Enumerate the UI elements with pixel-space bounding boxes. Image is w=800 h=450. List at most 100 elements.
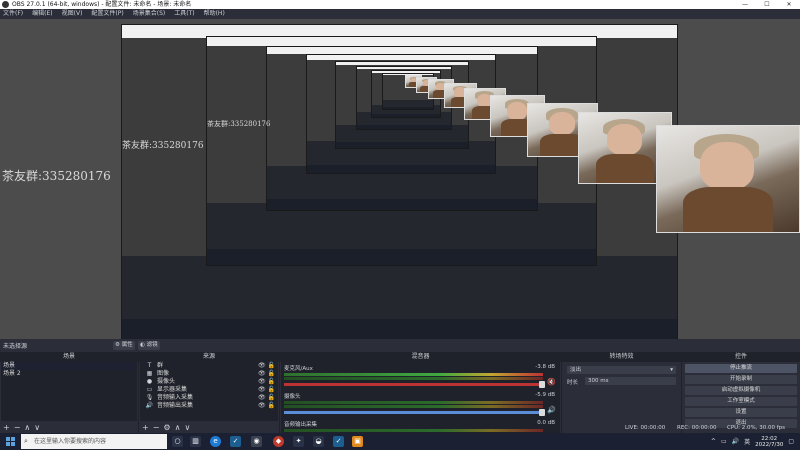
preview-canvas[interactable]: 茶友群:335280176 茶友群:335280176 茶友群:33528017…: [0, 19, 800, 339]
controls-dock: 控件 停止推流 开始录制 启动虚拟摄像机 工作室模式 设置 退出: [682, 352, 800, 433]
search-icon: ⌕: [24, 437, 28, 445]
stop-streaming-button[interactable]: 停止推流: [685, 364, 797, 373]
app-teal-icon[interactable]: ◒: [313, 436, 324, 447]
menu-profile[interactable]: 配置文件(P): [91, 9, 123, 19]
chevron-up-icon[interactable]: ^: [711, 438, 716, 445]
source-name: 音频输出采集: [157, 402, 194, 409]
source-item[interactable]: 🔊 音频输出采集 👁 🔓: [140, 402, 278, 410]
taskbar-clock[interactable]: 22:02 2022/7/30: [755, 436, 783, 448]
channel-db: -5.9 dB: [535, 392, 555, 398]
source-item[interactable]: T 群 👁 🔓: [140, 362, 278, 370]
scene-item[interactable]: 场景 2: [1, 370, 137, 378]
slider-knob[interactable]: [539, 409, 545, 416]
edge-browser-icon[interactable]: e: [210, 436, 221, 447]
notification-icon[interactable]: ▢: [788, 438, 794, 445]
volume-slider[interactable]: [284, 381, 545, 388]
duration-value: 300 ms: [588, 378, 609, 384]
channel-name: 麦克风/Aux: [284, 366, 313, 372]
visibility-lock-icons[interactable]: 👁 🔓: [258, 370, 275, 378]
app-red-icon[interactable]: ◆: [273, 436, 284, 447]
source-name: 显示器采集: [157, 386, 188, 393]
filters-label: 滤镜: [146, 342, 158, 348]
visibility-lock-icons[interactable]: 👁 🔓: [258, 362, 275, 370]
title-bar: OBS 27.0.1 (64-bit, windows) - 配置文件: 未命名…: [0, 0, 800, 9]
app-orange-icon[interactable]: ▣: [352, 436, 363, 447]
image-source-icon: ▦: [146, 370, 153, 377]
network-icon[interactable]: ▭: [721, 438, 727, 445]
group-watermark-text: 茶友群:335280176: [2, 169, 111, 183]
text-source-icon: T: [147, 362, 152, 369]
steam-icon[interactable]: ✓: [333, 436, 344, 447]
audio-mixer-dock: 混音器 麦克风/Aux -3.8 dB 🔇 摄像头 -5.9 dB 🔊 音频输出…: [280, 352, 562, 433]
speaker-source-icon: 🔊: [145, 402, 154, 409]
source-item[interactable]: ● 摄像头 👁 🔓: [140, 378, 278, 386]
app-game-icon[interactable]: ✦: [293, 436, 304, 447]
channel-name: 摄像头: [284, 394, 301, 400]
menu-scene-collection[interactable]: 场景集合(S): [133, 9, 166, 19]
source-item[interactable]: ▭ 显示器采集 👁 🔓: [140, 386, 278, 394]
status-bar: LIVE: 00:00:00 REC: 00:00:00 CPU: 2.0%, …: [0, 422, 800, 433]
widgets-icon[interactable]: ▥: [190, 436, 201, 447]
menu-help[interactable]: 帮助(H): [204, 9, 225, 19]
transitions-dock: 转场特效 淡出 ▾ 时长 300 ms: [562, 352, 682, 433]
windows-start-icon[interactable]: [6, 437, 15, 446]
visibility-lock-icons[interactable]: 👁 🔓: [258, 402, 275, 410]
scenes-dock-title: 场景: [0, 352, 138, 362]
settings-button[interactable]: 设置: [685, 408, 797, 417]
volume-meter: [284, 377, 543, 380]
sources-list: T 群 👁 🔓 ▦ 图像 👁 🔓 ● 摄像头 👁 🔓 ▭ 显示器采集 👁 🔓 🎙…: [140, 362, 278, 421]
menu-edit[interactable]: 编辑(E): [32, 9, 52, 19]
no-source-label: 未选择源: [3, 343, 28, 350]
group-watermark-text: 茶友群:335280176: [122, 141, 204, 151]
live-timer: LIVE: 00:00:00: [625, 425, 666, 431]
minimize-button[interactable]: —: [734, 0, 756, 9]
task-view-icon[interactable]: ○: [172, 436, 183, 447]
scenes-list: 场景 场景 2: [1, 362, 137, 421]
slider-knob[interactable]: [539, 381, 545, 388]
visibility-lock-icons[interactable]: 👁 🔓: [258, 386, 275, 394]
transitions-dock-title: 转场特效: [562, 352, 681, 362]
source-item[interactable]: 🎙 音频输入采集 👁 🔓: [140, 394, 278, 402]
scenes-dock: 场景 场景 场景 2 + − ∧ ∨: [0, 352, 139, 433]
channel-db: -3.8 dB: [535, 364, 555, 370]
filters-button[interactable]: ◐ 滤镜: [138, 341, 160, 350]
volume-slider[interactable]: [284, 409, 545, 416]
duration-input[interactable]: 300 ms: [585, 377, 676, 385]
steam-icon[interactable]: ✓: [230, 436, 241, 447]
maximize-button[interactable]: ☐: [756, 0, 778, 9]
transition-type-value: 淡出: [570, 367, 582, 373]
studio-mode-button[interactable]: 工作室模式: [685, 397, 797, 406]
source-name: 音频输入采集: [157, 394, 194, 401]
transition-type-select[interactable]: 淡出 ▾: [567, 366, 676, 374]
menu-tools[interactable]: 工具(T): [174, 9, 194, 19]
source-item[interactable]: ▦ 图像 👁 🔓: [140, 370, 278, 378]
speaker-mute-icon[interactable]: 🔇: [547, 378, 556, 386]
search-placeholder: 在这里输入你要搜索的内容: [34, 438, 107, 445]
speaker-icon[interactable]: 🔊: [547, 406, 556, 414]
group-watermark-text: 茶友群:335280176: [207, 120, 271, 128]
start-virtual-camera-button[interactable]: 启动虚拟摄像机: [685, 386, 797, 395]
menu-view[interactable]: 视图(V): [62, 9, 83, 19]
system-tray: ^ ▭ 🔊 英 22:02 2022/7/30 ▢: [711, 433, 800, 450]
dock-area: 场景 场景 场景 2 + − ∧ ∨ 来源 T 群 👁 🔓 ▦ 图像 👁 🔓 ●…: [0, 352, 800, 433]
camera-feed-image: [656, 125, 800, 233]
rec-timer: REC: 00:00:00: [677, 425, 717, 431]
start-recording-button[interactable]: 开始录制: [685, 375, 797, 384]
taskbar-search-box[interactable]: ⌕ 在这里输入你要搜索的内容: [21, 434, 167, 449]
visibility-lock-icons[interactable]: 👁 🔓: [258, 378, 275, 386]
monitor-source-icon: ▭: [146, 386, 153, 393]
ime-icon[interactable]: 英: [744, 437, 750, 446]
scene-item[interactable]: 场景: [1, 362, 137, 370]
camera-source-icon: ●: [146, 378, 153, 385]
volume-icon[interactable]: 🔊: [732, 438, 739, 445]
properties-button[interactable]: ⚙ 属性: [113, 341, 135, 350]
menu-file[interactable]: 文件(F): [3, 9, 23, 19]
cpu-fps-readout: CPU: 2.0%, 30.00 fps: [727, 425, 786, 431]
source-name: 图像: [157, 370, 170, 377]
obs-window: OBS 27.0.1 (64-bit, windows) - 配置文件: 未命名…: [0, 0, 800, 450]
visibility-lock-icons[interactable]: 👁 🔓: [258, 394, 275, 402]
sources-dock: 来源 T 群 👁 🔓 ▦ 图像 👁 🔓 ● 摄像头 👁 🔓 ▭ 显示器采集 👁 …: [139, 352, 280, 433]
obs-taskbar-icon[interactable]: ◉: [251, 436, 262, 447]
close-button[interactable]: ✕: [778, 0, 800, 9]
chevron-down-icon: ▾: [670, 367, 673, 373]
